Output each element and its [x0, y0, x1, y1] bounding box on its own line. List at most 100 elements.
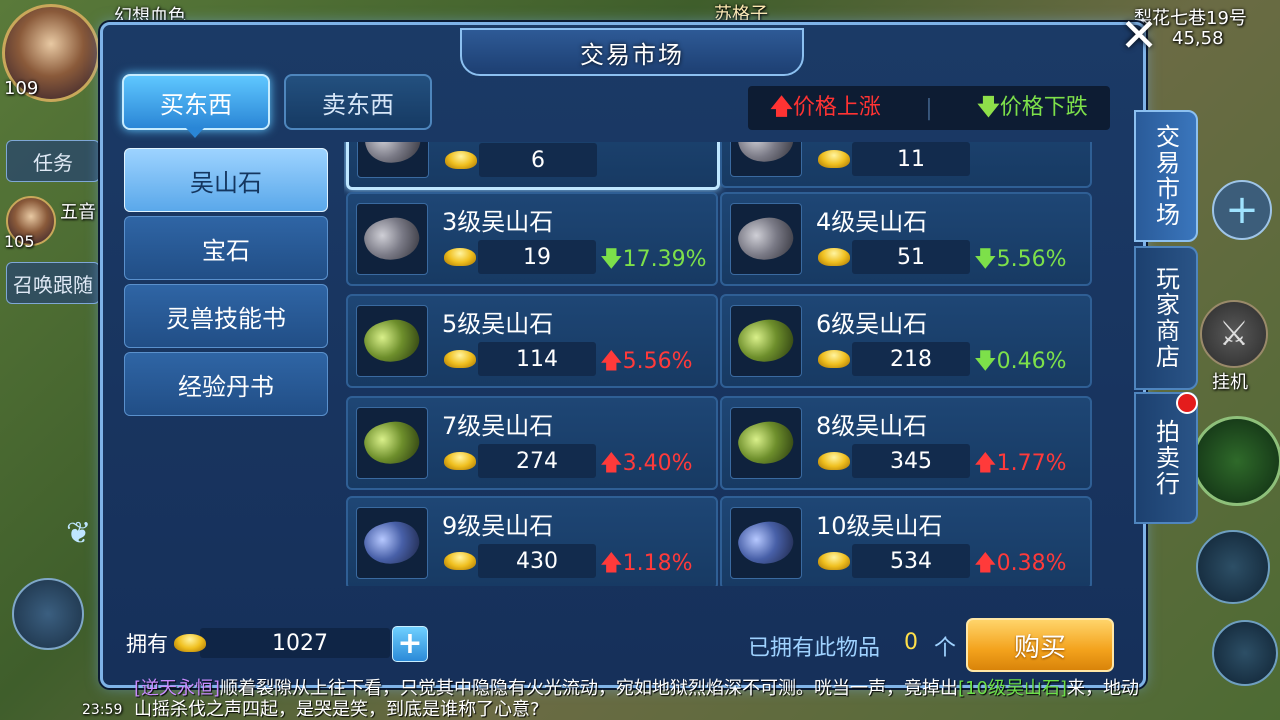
- arrow-up-icon: 🡅: [770, 94, 793, 120]
- category-exp-book[interactable]: 经验丹书: [124, 352, 328, 416]
- skill-icon[interactable]: [1192, 416, 1280, 506]
- price-change-value: 0.46%: [996, 349, 1067, 374]
- item-price: 345: [852, 444, 970, 478]
- summon-follow-button[interactable]: 召唤跟随: [6, 262, 100, 304]
- owned-item-count: 0: [904, 630, 918, 655]
- price-change-value: 1.77%: [996, 451, 1067, 476]
- item-icon: [356, 305, 428, 377]
- price-change-value: 0.38%: [996, 551, 1067, 576]
- rock-icon: [733, 414, 799, 472]
- price-change: 🡅5.56%: [600, 344, 693, 382]
- item-price: 430: [478, 544, 596, 578]
- auto-battle-icon[interactable]: ⚔: [1200, 300, 1268, 368]
- tab-buy-label: 买东西: [160, 90, 232, 119]
- corner-time: 23:59: [82, 702, 123, 718]
- panel-title: 交易市场: [580, 40, 684, 69]
- price-change: 🡇5.56%: [974, 242, 1067, 280]
- buy-button[interactable]: 购买: [966, 618, 1114, 672]
- category-label: 灵兽技能书: [166, 304, 286, 333]
- arrow-down-icon: 🡇: [977, 94, 1000, 120]
- price-change-value: 5.56%: [622, 349, 693, 374]
- plus-icon[interactable]: +: [1212, 180, 1272, 240]
- item-icon: [730, 407, 802, 479]
- gold-ingot-icon: [818, 150, 850, 168]
- arrow-down-icon: 🡇: [974, 247, 997, 272]
- item-icon: [730, 203, 802, 275]
- item-card[interactable]: 4级吴山石 51 🡇5.56%: [720, 192, 1092, 286]
- rock-icon: [733, 514, 799, 572]
- item-name: 8级吴山石: [816, 412, 928, 440]
- price-up-label: 价格上涨: [792, 94, 881, 120]
- item-card[interactable]: 3级吴山石 19 🡇17.39%: [346, 192, 718, 286]
- arrow-up-icon: 🡅: [600, 349, 623, 374]
- item-name: 10级吴山石: [816, 512, 943, 540]
- rock-icon: [359, 312, 425, 370]
- chat-speaker[interactable]: [逆天永恒]: [134, 678, 220, 699]
- skill-icon[interactable]: [1212, 620, 1278, 686]
- gold-ingot-icon: [818, 248, 850, 266]
- rock-icon: [733, 312, 799, 370]
- item-card[interactable]: 7级吴山石 274 🡅3.40%: [346, 396, 718, 490]
- price-change-value: 3.40%: [622, 451, 693, 476]
- player-level: 109: [4, 78, 39, 99]
- gold-ingot-icon: [444, 350, 476, 368]
- item-icon: [730, 305, 802, 377]
- item-card[interactable]: 5级吴山石 114 🡅5.56%: [346, 294, 718, 388]
- item-card[interactable]: 6: [346, 142, 720, 190]
- owned-item-label: 已拥有此物品: [748, 636, 881, 661]
- side-tab-label: 拍卖行: [1151, 419, 1180, 497]
- buy-button-label: 购买: [1013, 632, 1066, 663]
- item-card[interactable]: 9级吴山石 430 🡅1.18%: [346, 496, 718, 586]
- price-change: 🡅0.38%: [974, 546, 1067, 584]
- price-change: 🡇17.39%: [600, 242, 707, 280]
- category-wushan-stone[interactable]: 吴山石: [124, 148, 328, 212]
- item-card[interactable]: 11: [720, 142, 1092, 188]
- side-tab-player-shop[interactable]: 玩家商店: [1134, 246, 1198, 390]
- item-card[interactable]: 8级吴山石 345 🡅1.77%: [720, 396, 1092, 490]
- tab-buy[interactable]: 买东西: [122, 74, 270, 138]
- item-price: 114: [478, 342, 596, 376]
- arrow-up-icon: 🡅: [600, 451, 623, 476]
- gold-ingot-icon: [444, 248, 476, 266]
- item-icon: [357, 142, 429, 178]
- tab-sell[interactable]: 卖东西: [284, 74, 432, 130]
- price-change: 🡅3.40%: [600, 446, 693, 484]
- item-price: 11: [852, 142, 970, 176]
- item-name: 5级吴山石: [442, 310, 554, 338]
- category-pet-skill-book[interactable]: 灵兽技能书: [124, 284, 328, 348]
- notification-dot: [1176, 392, 1198, 414]
- category-label: 吴山石: [190, 168, 262, 197]
- chat-message[interactable]: [逆天永恒]顺着裂隙从上往下看，只觉其中隐隐有火光流动，宛如地狱烈焰深不可测。咣…: [134, 678, 1144, 720]
- side-tab-label: 交易市场: [1151, 124, 1180, 228]
- item-grid[interactable]: 6 11 3级吴山石 19 🡇17.39% 4级吴山石 51 🡇5.56% 5级…: [344, 142, 1114, 586]
- joystick-icon[interactable]: [12, 578, 84, 650]
- item-card[interactable]: 10级吴山石 534 🡅0.38%: [720, 496, 1092, 586]
- rock-icon: [359, 210, 425, 268]
- item-price: 218: [852, 342, 970, 376]
- item-icon: [356, 507, 428, 579]
- owned-item-unit: 个: [934, 636, 957, 661]
- arrow-down-icon: 🡇: [600, 247, 623, 272]
- gold-ingot-icon: [444, 552, 476, 570]
- gold-ingot-icon: [445, 151, 477, 169]
- rock-icon: [359, 414, 425, 472]
- rock-icon: [359, 514, 425, 572]
- close-icon[interactable]: ✕: [1116, 12, 1162, 58]
- skill-icon[interactable]: [1196, 530, 1270, 604]
- task-button[interactable]: 任务: [6, 140, 100, 182]
- side-tab-label: 玩家商店: [1151, 266, 1180, 370]
- price-change: 🡇0.46%: [974, 344, 1067, 382]
- price-legend: 🡅价格上涨 | 🡇价格下跌: [748, 86, 1110, 130]
- side-tab-market[interactable]: 交易市场: [1134, 110, 1198, 242]
- add-gold-button[interactable]: +: [392, 626, 428, 662]
- category-gem[interactable]: 宝石: [124, 216, 328, 280]
- item-name: 7级吴山石: [442, 412, 554, 440]
- chat-text: 顺着裂隙从上往下看，只觉其中隐隐有火光流动，宛如地狱烈焰深不可测。咣当一声，竟掉…: [220, 678, 959, 699]
- gold-ingot-icon: [818, 552, 850, 570]
- rock-icon: [733, 210, 799, 268]
- item-icon: [356, 203, 428, 275]
- item-card[interactable]: 6级吴山石 218 🡇0.46%: [720, 294, 1092, 388]
- chat-item-link[interactable]: [10级吴山石]: [958, 678, 1067, 699]
- item-icon: [356, 407, 428, 479]
- price-change: 🡅1.18%: [600, 546, 693, 584]
